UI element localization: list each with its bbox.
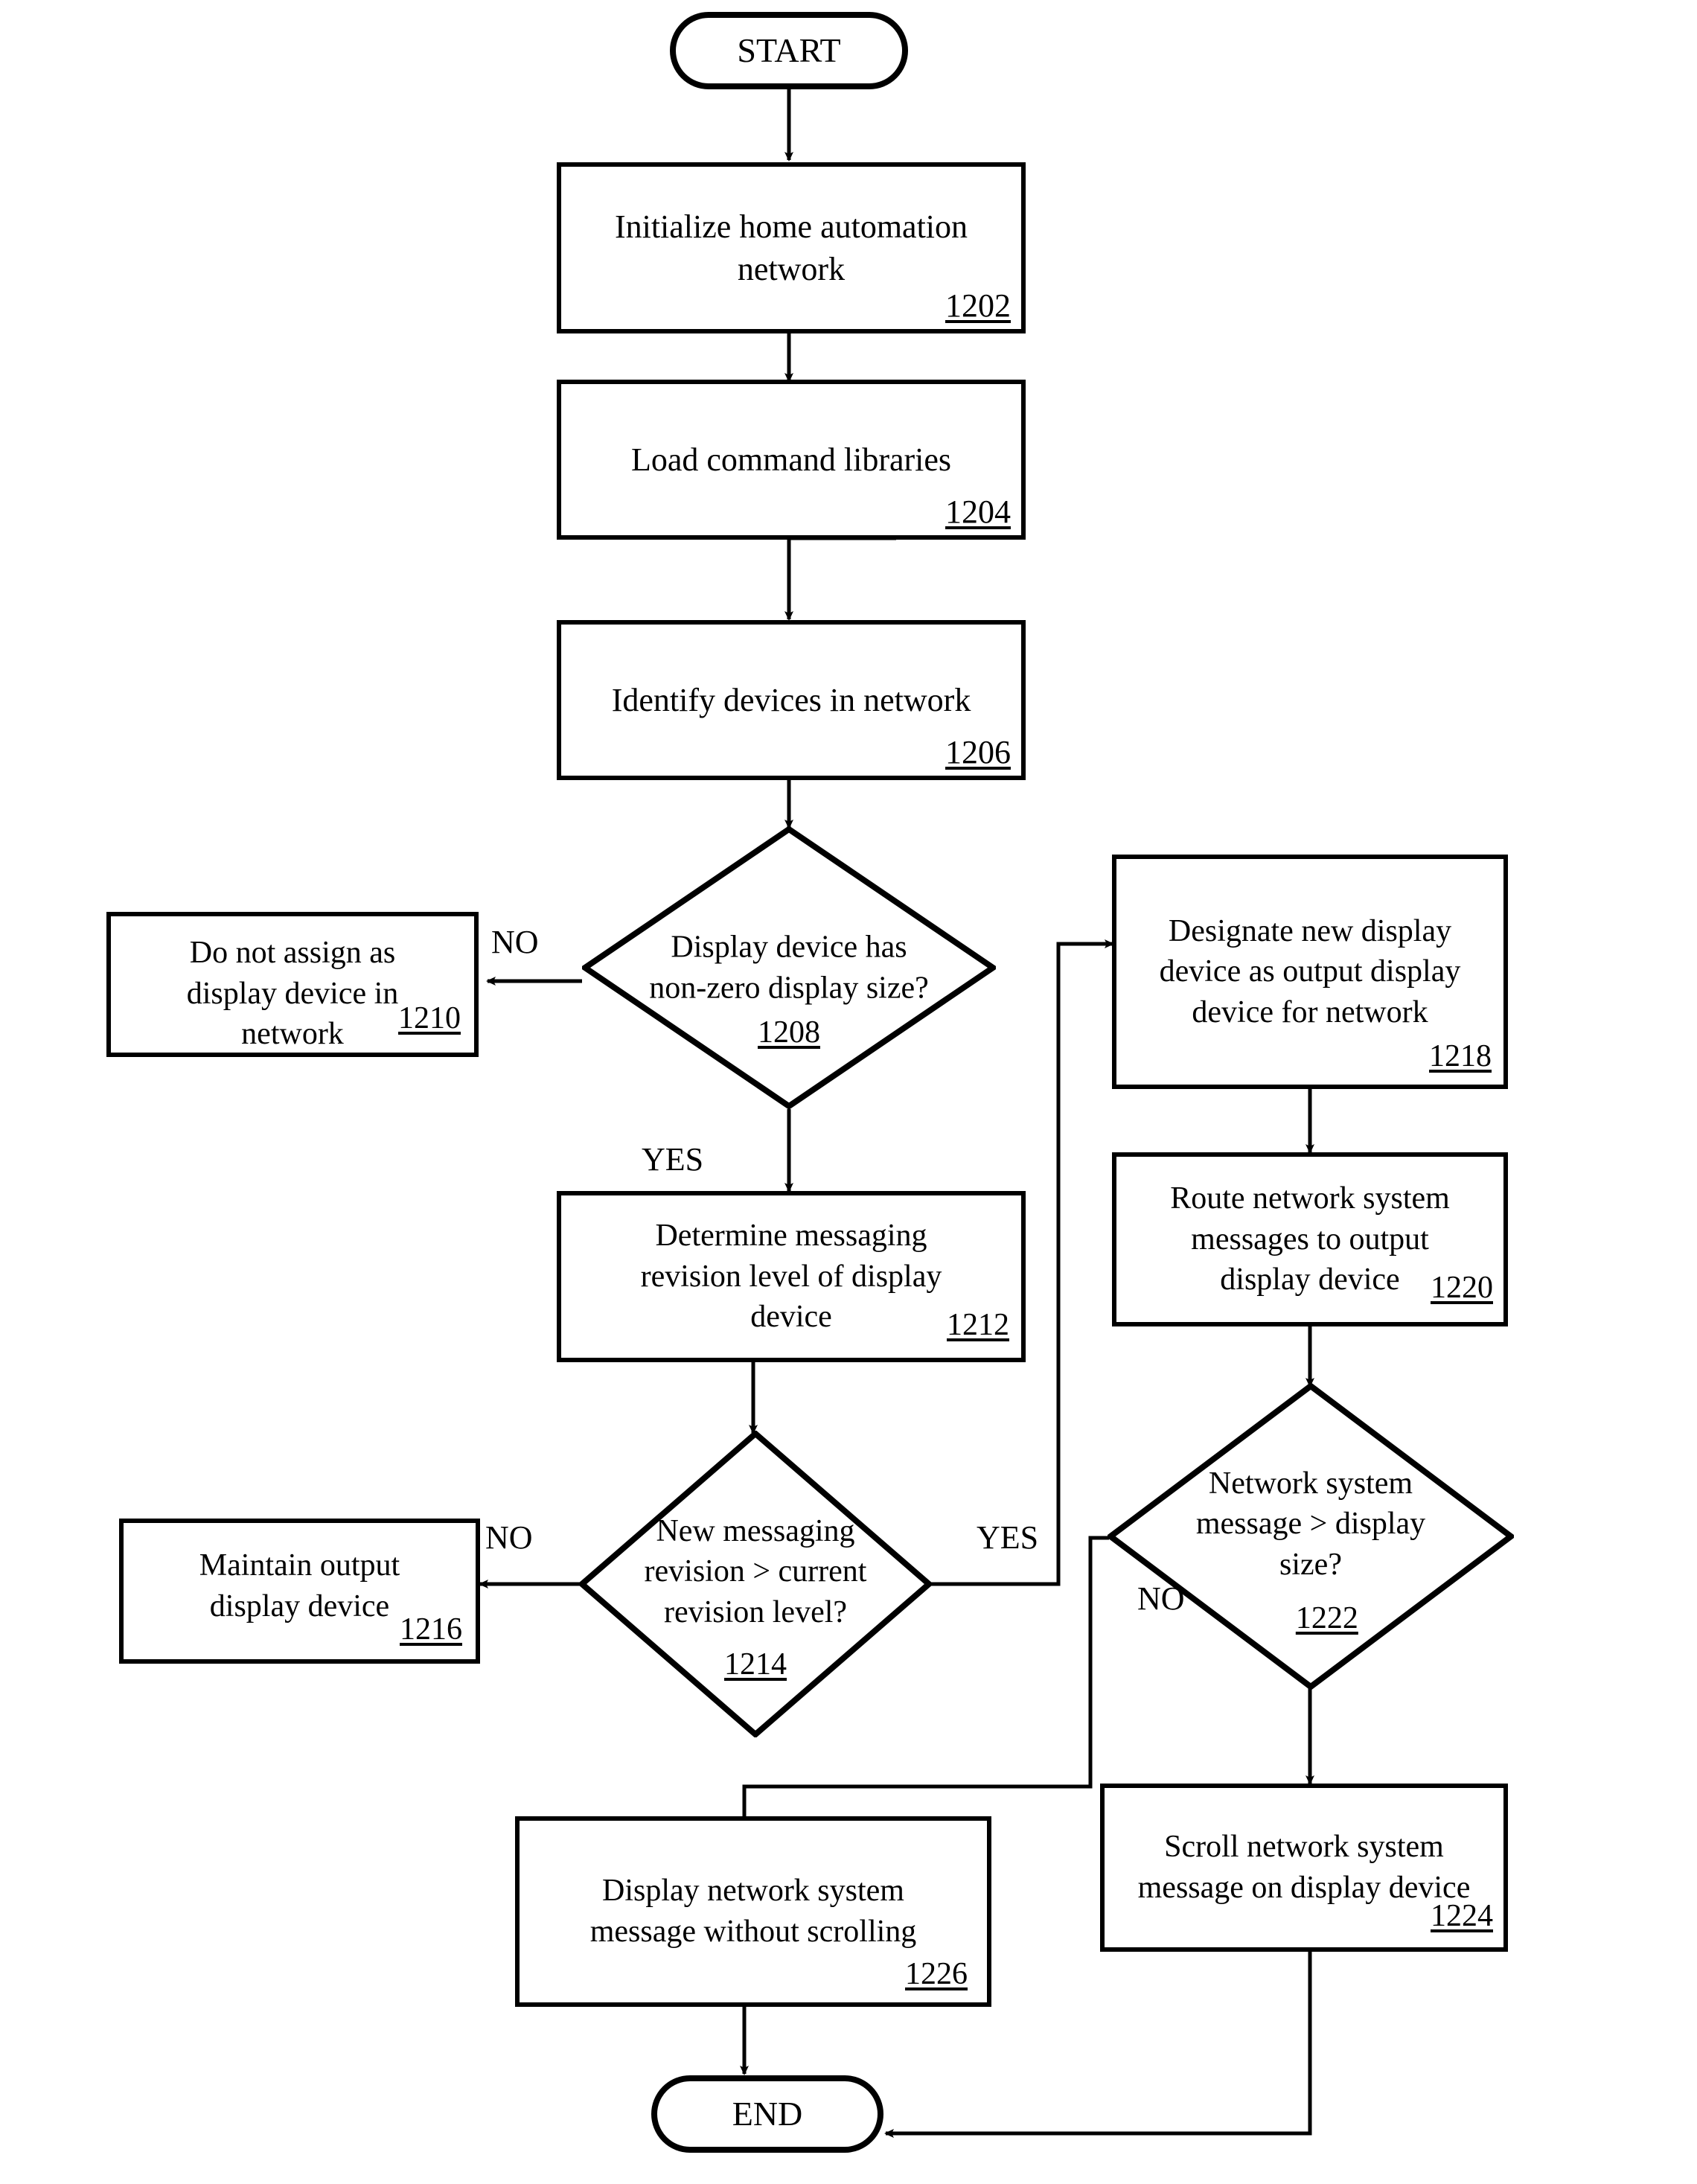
branch-label-no-1214: NO (485, 1519, 533, 1556)
process-1216-ref: 1216 (400, 1612, 462, 1647)
process-1202: Initialize home automation network 1202 (557, 162, 1026, 333)
process-1210-ref: 1210 (398, 1001, 461, 1035)
process-1204-ref: 1204 (945, 494, 1011, 530)
process-1224-ref: 1224 (1431, 1899, 1493, 1933)
decision-1208-body: Display device has non-zero display size… (632, 927, 947, 1008)
process-1212-ref: 1212 (947, 1308, 1009, 1342)
decision-1214-ref: 1214 (724, 1647, 787, 1682)
process-1202-ref: 1202 (945, 287, 1011, 324)
process-1218: Designate new display device as output d… (1112, 855, 1508, 1089)
decision-1214-body: New messaging revision > current revisio… (621, 1511, 889, 1633)
branch-label-no-1208: NO (491, 924, 539, 960)
branch-label-yes-1214: YES (977, 1519, 1039, 1556)
process-1226: Display network system message without s… (515, 1816, 991, 2007)
process-1216: Maintain output display device 1216 (119, 1519, 480, 1664)
decision-1208-ref: 1208 (758, 1015, 820, 1050)
process-1206-ref: 1206 (945, 734, 1011, 770)
process-1210-text: Do not assign as display device in netwo… (186, 936, 399, 1052)
terminator-start-label: START (737, 31, 841, 70)
decision-1214: New messaging revision > current revisio… (579, 1431, 932, 1737)
decision-1208: Display device has non-zero display size… (582, 826, 996, 1109)
flowchart-figure: START Initialize home automation network… (0, 0, 1697, 2184)
process-1206-text: Identify devices in network (611, 681, 971, 718)
process-1226-text: Display network system message without s… (589, 1874, 917, 1949)
process-1204: Load command libraries 1204 (557, 380, 1026, 540)
process-1226-ref: 1226 (905, 1957, 968, 1991)
decision-1222-ref: 1222 (1295, 1601, 1358, 1635)
decision-1222-body: Network system message > display size? (1157, 1463, 1466, 1586)
process-1212: Determine messaging revision level of di… (557, 1191, 1026, 1362)
terminator-start: START (670, 12, 908, 89)
process-1224: Scroll network system message on display… (1100, 1784, 1508, 1952)
decision-1208-text: Display device has non-zero display size… (649, 930, 929, 1005)
process-1216-text: Maintain output display device (199, 1548, 400, 1623)
decision-1222-text: Network system message > display size? (1195, 1466, 1426, 1582)
process-1202-text: Initialize home automation network (614, 208, 968, 287)
process-1218-ref: 1218 (1429, 1039, 1492, 1073)
process-1204-text: Load command libraries (630, 441, 952, 478)
process-1206: Identify devices in network 1206 (557, 620, 1026, 780)
branch-label-no-1222: NO (1137, 1580, 1185, 1617)
decision-1222: Network system message > display size? 1… (1108, 1383, 1514, 1690)
terminator-end: END (651, 2075, 883, 2153)
process-1212-text: Determine messaging revision level of di… (640, 1219, 942, 1335)
process-1218-text: Designate new display device as output d… (1159, 913, 1461, 1029)
process-1220-ref: 1220 (1431, 1271, 1493, 1305)
decision-1214-text: New messaging revision > current revisio… (644, 1513, 867, 1629)
process-1224-text: Scroll network system message on display… (1137, 1830, 1471, 1905)
edge-1204-1206 (784, 536, 896, 621)
process-1220: Route network system messages to output … (1112, 1152, 1508, 1326)
process-1220-text: Route network system messages to output … (1170, 1181, 1450, 1297)
process-1210: Do not assign as display device in netwo… (106, 912, 479, 1057)
terminator-end-label: END (732, 2095, 803, 2133)
branch-label-yes-1208: YES (642, 1141, 704, 1178)
